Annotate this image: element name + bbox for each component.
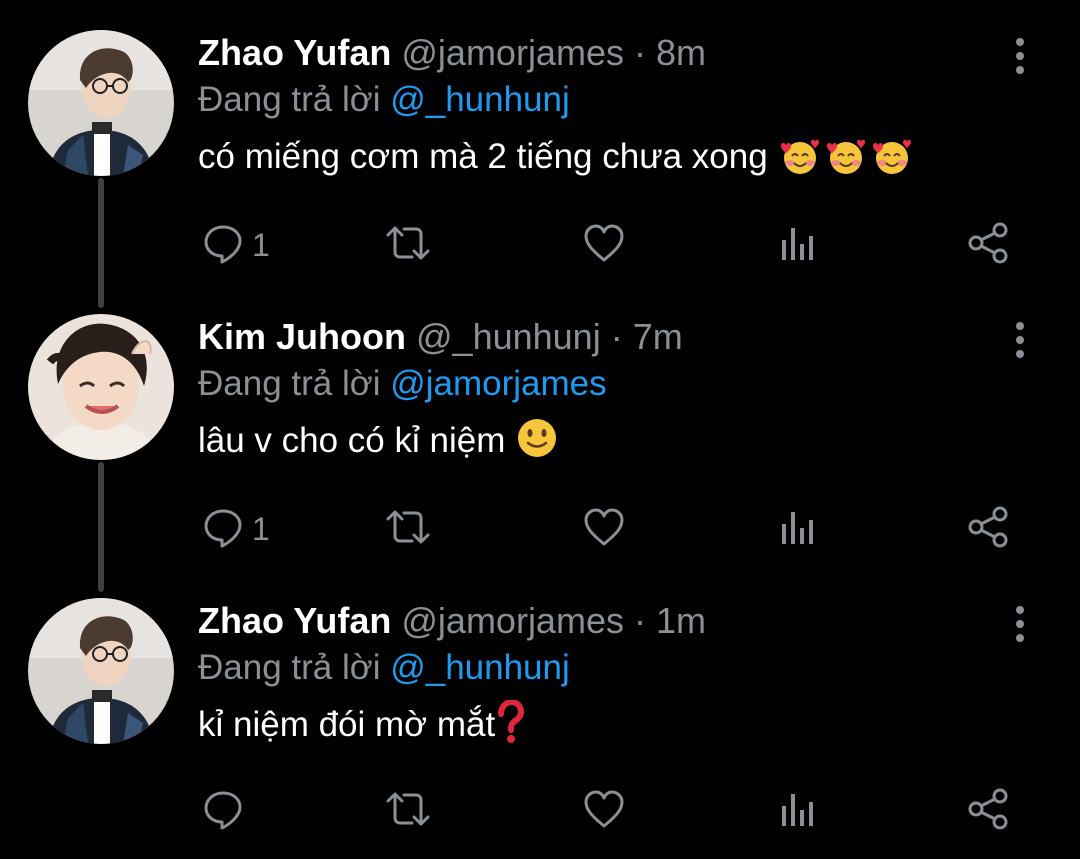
like-icon [582,222,626,269]
tweet-actions [198,786,1018,836]
retweet-button[interactable] [384,786,432,836]
analytics-button[interactable] [778,504,818,554]
tweet-time[interactable]: 7m [633,316,683,357]
tweet-text: lâu v cho có kỉ niệm [198,414,1020,476]
like-button[interactable] [582,504,626,554]
tweet-text: kỉ niệm đói mờ mắt [198,698,1020,760]
analytics-icon [778,222,818,269]
separator-dot: · [633,32,646,73]
slightly-smiling-face-icon [515,416,559,476]
reply-thread: Zhao Yufan @jamorjames · 8m Đang trả lời… [0,0,1080,859]
replying-mention[interactable]: @jamorjames [390,364,606,403]
retweet-icon [384,222,432,269]
author-handle[interactable]: @jamorjames [401,600,624,641]
reply-icon [202,222,244,269]
reply-button[interactable] [202,786,252,836]
like-button[interactable] [582,786,626,836]
tweet-header: Kim Juhoon @_hunhunj · 7m [198,314,1020,360]
author-handle[interactable]: @_hunhunj [416,316,601,357]
tweet-text-body: lâu v cho có kỉ niệm [198,421,506,460]
reply-count: 1 [252,510,270,547]
author-name[interactable]: Zhao Yufan [198,600,391,641]
share-button[interactable] [966,786,1010,836]
reply-count: 1 [252,226,270,263]
tweet-header: Zhao Yufan @jamorjames · 8m [198,30,1020,76]
retweet-button[interactable] [384,504,432,554]
more-options-icon[interactable] [1008,36,1032,76]
author-name[interactable]: Kim Juhoon [198,316,406,357]
avatar[interactable] [28,314,174,460]
reply-button[interactable]: 1 [202,504,270,554]
retweet-icon [384,788,432,835]
retweet-button[interactable] [384,220,432,270]
tweet-actions: 1 [198,504,1018,554]
replying-mention[interactable]: @_hunhunj [390,648,570,687]
share-icon [966,221,1010,270]
replying-prefix: Đang trả lời [198,364,381,403]
tweet[interactable]: Zhao Yufan @jamorjames · 1m Đang trả lời… [0,598,1080,848]
tweet-time[interactable]: 1m [656,600,706,641]
author-handle[interactable]: @jamorjames [401,32,624,73]
like-icon [582,506,626,553]
avatar[interactable] [28,30,174,176]
replying-mention[interactable]: @_hunhunj [390,80,570,119]
tweet-time[interactable]: 8m [656,32,706,73]
more-options-icon[interactable] [1008,604,1032,644]
retweet-icon [384,506,432,553]
smiling-face-with-hearts-icon [823,136,869,192]
reply-icon [202,506,244,553]
share-icon [966,505,1010,554]
tweet[interactable]: Kim Juhoon @_hunhunj · 7m Đang trả lời @… [0,314,1080,564]
tweet-text: có miếng cơm mà 2 tiếng chưa xong [198,130,1020,192]
replying-prefix: Đang trả lời [198,80,381,119]
red-question-mark-icon [495,698,525,760]
avatar[interactable] [28,598,174,744]
tweet-content: Zhao Yufan @jamorjames · 1m Đang trả lời… [198,598,1020,760]
replying-to: Đang trả lời @jamorjames [198,360,1020,408]
analytics-icon [778,788,818,835]
analytics-icon [778,506,818,553]
smiling-face-with-hearts-icon [869,136,915,192]
share-button[interactable] [966,504,1010,554]
tweet-content: Zhao Yufan @jamorjames · 8m Đang trả lời… [198,30,1020,192]
replying-to: Đang trả lời @_hunhunj [198,644,1020,692]
analytics-button[interactable] [778,786,818,836]
author-name[interactable]: Zhao Yufan [198,32,391,73]
replying-to: Đang trả lời @_hunhunj [198,76,1020,124]
tweet-text-body: có miếng cơm mà 2 tiếng chưa xong [198,137,768,176]
share-button[interactable] [966,220,1010,270]
analytics-button[interactable] [778,220,818,270]
replying-prefix: Đang trả lời [198,648,381,687]
more-options-icon[interactable] [1008,320,1032,360]
separator-dot: · [610,316,623,357]
tweet-text-body: kỉ niệm đói mờ mắt [198,705,496,744]
like-button[interactable] [582,220,626,270]
reply-button[interactable]: 1 [202,220,270,270]
reply-icon [202,788,244,835]
tweet-header: Zhao Yufan @jamorjames · 1m [198,598,1020,644]
share-icon [966,787,1010,836]
smiling-face-with-hearts-icon [777,136,823,192]
tweet-content: Kim Juhoon @_hunhunj · 7m Đang trả lời @… [198,314,1020,476]
tweet[interactable]: Zhao Yufan @jamorjames · 8m Đang trả lời… [0,30,1080,280]
like-icon [582,788,626,835]
tweet-actions: 1 [198,220,1018,270]
separator-dot: · [633,600,646,641]
